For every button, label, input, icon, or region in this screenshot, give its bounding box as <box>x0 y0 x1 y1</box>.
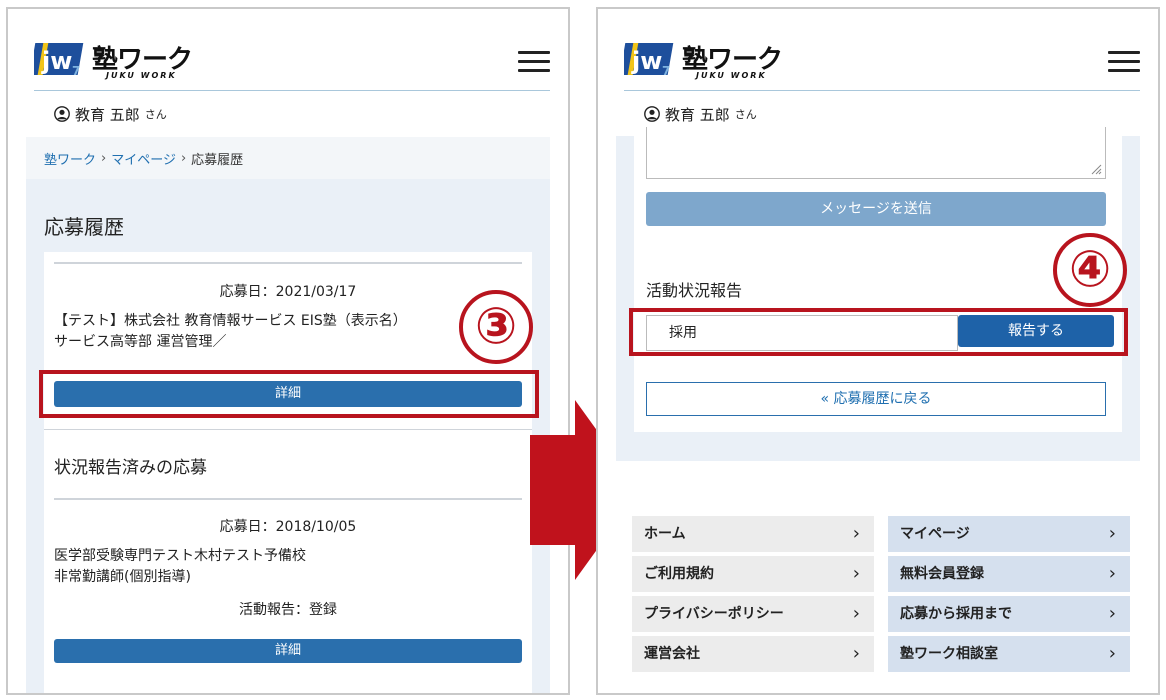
application-position: 非常勤講師(個別指導) <box>54 569 191 585</box>
chevron-right-icon: › <box>852 523 860 544</box>
footer-link-home[interactable]: ホーム › <box>632 516 874 552</box>
screen-after: jw 7 塾ワーク JUKU WORK 教育 五郎 さん メッセージを送信 活動… <box>596 7 1160 695</box>
logo-subtext: JUKU WORK <box>696 71 767 80</box>
site-logo[interactable]: jw 7 塾ワーク JUKU WORK <box>34 37 224 83</box>
jw-logo-icon: jw 7 <box>624 43 674 78</box>
reported-section-title: 状況報告済みの応募 <box>54 458 207 478</box>
user-circle-icon <box>54 106 70 122</box>
jw-logo-icon: jw 7 <box>34 43 84 78</box>
application-date: 応募日：2018/10/05 <box>219 519 357 535</box>
back-to-history-button[interactable]: « 応募履歴に戻る <box>646 382 1106 416</box>
site-header: jw 7 塾ワーク JUKU WORK <box>624 29 1140 91</box>
hamburger-menu-icon[interactable] <box>518 51 550 73</box>
svg-text:jw: jw <box>631 47 662 75</box>
application-company: 【テスト】株式会社 教育情報サービス EIS塾（表示名） <box>54 313 407 329</box>
highlight-box <box>39 370 539 418</box>
footer-link-label: ホーム <box>644 526 686 542</box>
site-logo[interactable]: jw 7 塾ワーク JUKU WORK <box>624 37 814 83</box>
breadcrumb-current: 応募履歴 <box>191 152 244 168</box>
footer-link-label: プライバシーポリシー <box>644 606 784 622</box>
step-number-3: ③ <box>459 290 533 364</box>
divider <box>44 429 532 430</box>
footer-link-label: マイページ <box>900 526 970 542</box>
chevron-right-icon: › <box>1108 523 1116 544</box>
screen-before: jw 7 塾ワーク JUKU WORK 教育 五郎 さん 塾ワーク › マイペー… <box>6 7 570 695</box>
user-bar: 教育 五郎 さん <box>34 92 550 136</box>
breadcrumb-mypage-link[interactable]: マイページ <box>111 149 176 168</box>
page-title: 応募履歴 <box>44 215 124 239</box>
user-suffix: さん <box>734 108 757 121</box>
highlight-box <box>629 308 1128 356</box>
application-date: 応募日：2021/03/17 <box>219 284 357 300</box>
chevron-right-icon: › <box>852 563 860 584</box>
footer-link-flow[interactable]: 応募から採用まで › <box>888 596 1130 632</box>
footer-link-mypage[interactable]: マイページ › <box>888 516 1130 552</box>
divider <box>54 262 522 264</box>
message-textarea[interactable] <box>646 127 1106 179</box>
svg-text:7: 7 <box>662 64 670 78</box>
chevron-right-icon: › <box>852 643 860 664</box>
footer-link-terms[interactable]: ご利用規約 › <box>632 556 874 592</box>
step-number-4: ④ <box>1053 233 1127 307</box>
svg-text:7: 7 <box>72 64 80 78</box>
footer-link-consult[interactable]: 塾ワーク相談室 › <box>888 636 1130 672</box>
hamburger-menu-icon[interactable] <box>1108 51 1140 73</box>
resize-handle-icon[interactable] <box>1090 163 1102 175</box>
footer-link-privacy[interactable]: プライバシーポリシー › <box>632 596 874 632</box>
chevron-right-icon: › <box>1108 643 1116 664</box>
breadcrumb-separator: › <box>180 150 187 166</box>
user-name: 教育 五郎 <box>75 105 140 124</box>
user-circle-icon <box>644 106 660 122</box>
chevron-right-icon: › <box>1108 603 1116 624</box>
activity-report-title: 活動状況報告 <box>646 281 743 300</box>
user-suffix: さん <box>144 108 167 121</box>
footer-link-label: ご利用規約 <box>644 566 714 582</box>
footer-link-company[interactable]: 運営会社 › <box>632 636 874 672</box>
breadcrumb: 塾ワーク › マイページ › 応募履歴 <box>26 137 550 179</box>
footer-link-label: 塾ワーク相談室 <box>900 646 998 662</box>
activity-status: 活動報告：登録 <box>239 602 337 618</box>
footer-link-label: 応募から採用まで <box>900 606 1012 622</box>
application-company: 医学部受験専門テスト木村テスト予備校 <box>54 548 306 564</box>
application-position: サービス高等部 運営管理／ <box>54 334 227 350</box>
chevron-right-icon: › <box>852 603 860 624</box>
site-header: jw 7 塾ワーク JUKU WORK <box>34 29 550 91</box>
divider <box>54 498 522 500</box>
send-message-button[interactable]: メッセージを送信 <box>646 192 1106 226</box>
svg-text:jw: jw <box>41 47 72 75</box>
chevron-right-icon: › <box>1108 563 1116 584</box>
user-name: 教育 五郎 <box>665 105 730 124</box>
breadcrumb-separator: › <box>101 150 107 166</box>
footer-link-label: 運営会社 <box>644 646 700 662</box>
logo-subtext: JUKU WORK <box>106 71 177 80</box>
detail-button[interactable]: 詳細 <box>54 639 522 663</box>
footer-link-register[interactable]: 無料会員登録 › <box>888 556 1130 592</box>
footer-link-label: 無料会員登録 <box>900 566 984 582</box>
breadcrumb-home-link[interactable]: 塾ワーク <box>44 149 96 168</box>
